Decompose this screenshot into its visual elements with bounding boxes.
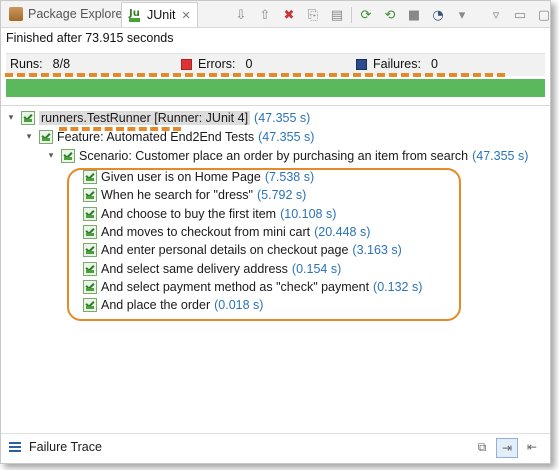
rerun-failed-first-icon[interactable]: ⟲ <box>380 5 400 25</box>
failure-icon <box>356 58 367 70</box>
package-icon <box>9 7 23 21</box>
divider <box>1 105 550 106</box>
annotation-dashed-underline <box>59 127 181 131</box>
filter-stack-trace-icon[interactable]: ⇥ <box>496 438 518 458</box>
tree-node-time: (47.355 s) <box>254 111 311 125</box>
minimize-icon[interactable]: ▭ <box>510 5 530 25</box>
errors-label: Errors: <box>198 57 236 71</box>
errors-counter: Errors: 0 <box>181 57 252 71</box>
errors-value: 0 <box>245 57 253 71</box>
close-icon[interactable]: ✕ <box>181 9 190 22</box>
tree-node-label: Scenario: Customer place an order by pur… <box>79 149 469 163</box>
junit-toolbar: ⇩ ⇧ ✖ ⎘ ▤ ⟳ ⟲ ■ ◔ ▾ ▿ ▭ ▢ <box>231 5 550 25</box>
rerun-icon[interactable]: ⟳ <box>356 5 376 25</box>
junit-view: Package Explorer Ju JUnit ✕ ⇩ ⇧ ✖ ⎘ ▤ ⟳ … <box>0 0 551 464</box>
maximize-icon[interactable]: ▢ <box>534 5 550 25</box>
tab-label: JUnit <box>147 8 176 22</box>
copy-trace-icon[interactable]: ⇤ <box>522 438 542 456</box>
error-icon <box>181 58 192 70</box>
failures-label: Failures: <box>373 57 421 71</box>
toolbar-separator <box>351 7 352 23</box>
tree-node-time: (47.355 s) <box>258 130 315 144</box>
progress-bar <box>6 79 545 97</box>
chevron-down-icon[interactable]: ▾ <box>45 151 57 161</box>
failure-trace-header: Failure Trace ⧉ ⇥ ⇤ <box>1 433 550 462</box>
stack-trace-icon <box>9 442 21 452</box>
annotation-dashed-underline <box>5 73 505 77</box>
tree-node-scenario[interactable]: ▾ Scenario: Customer place an order by pu… <box>45 147 528 165</box>
failures-counter: Failures: 0 <box>356 57 438 71</box>
chevron-down-icon[interactable]: ▾ <box>23 132 35 142</box>
failures-value: 0 <box>430 57 438 71</box>
previous-failure-icon[interactable]: ⇧ <box>255 5 275 25</box>
failure-trace-title: Failure Trace <box>9 440 102 454</box>
chevron-down-icon[interactable]: ▾ <box>452 5 472 25</box>
scroll-lock-icon[interactable]: ⎘ <box>303 5 323 25</box>
tree-node-time: (47.355 s) <box>472 149 529 163</box>
tab-package-explorer[interactable]: Package Explorer <box>3 3 133 25</box>
view-menu-icon[interactable]: ▿ <box>486 5 506 25</box>
tree-node-label: runners.TestRunner [Runner: JUnit 4] <box>39 111 251 125</box>
chevron-down-icon[interactable]: ▾ <box>5 113 17 123</box>
annotation-highlight-box <box>67 168 461 321</box>
run-status-text: Finished after 73.915 seconds <box>6 31 174 45</box>
junit-icon: Ju <box>128 8 142 22</box>
tree-node-runner[interactable]: ▾ runners.TestRunner [Runner: JUnit 4] (47… <box>5 109 310 127</box>
view-tab-bar: Package Explorer Ju JUnit ✕ ⇩ ⇧ ✖ ⎘ ▤ ⟳ … <box>1 1 550 28</box>
tab-junit[interactable]: Ju JUnit ✕ <box>121 2 198 27</box>
tree-node-label: Feature: Automated End2End Tests <box>57 130 255 144</box>
runs-label: Runs: <box>10 57 43 71</box>
test-passed-icon <box>61 149 75 163</box>
history-icon[interactable]: ▤ <box>327 5 347 25</box>
show-failures-only-icon[interactable]: ✖ <box>279 5 299 25</box>
tab-label: Package Explorer <box>28 7 127 21</box>
next-failure-icon[interactable]: ⇩ <box>231 5 251 25</box>
stop-icon[interactable]: ■ <box>404 5 424 25</box>
runs-value: 8/8 <box>52 57 71 71</box>
compare-result-icon[interactable]: ⧉ <box>472 438 492 456</box>
failure-trace-label: Failure Trace <box>29 440 102 454</box>
test-passed-icon <box>39 130 53 144</box>
test-passed-icon <box>21 111 35 125</box>
test-run-history-icon[interactable]: ◔ <box>428 5 448 25</box>
failure-trace-toolbar: ⧉ ⇥ ⇤ <box>468 438 542 458</box>
runs-counter: Runs: 8/8 <box>10 57 70 71</box>
